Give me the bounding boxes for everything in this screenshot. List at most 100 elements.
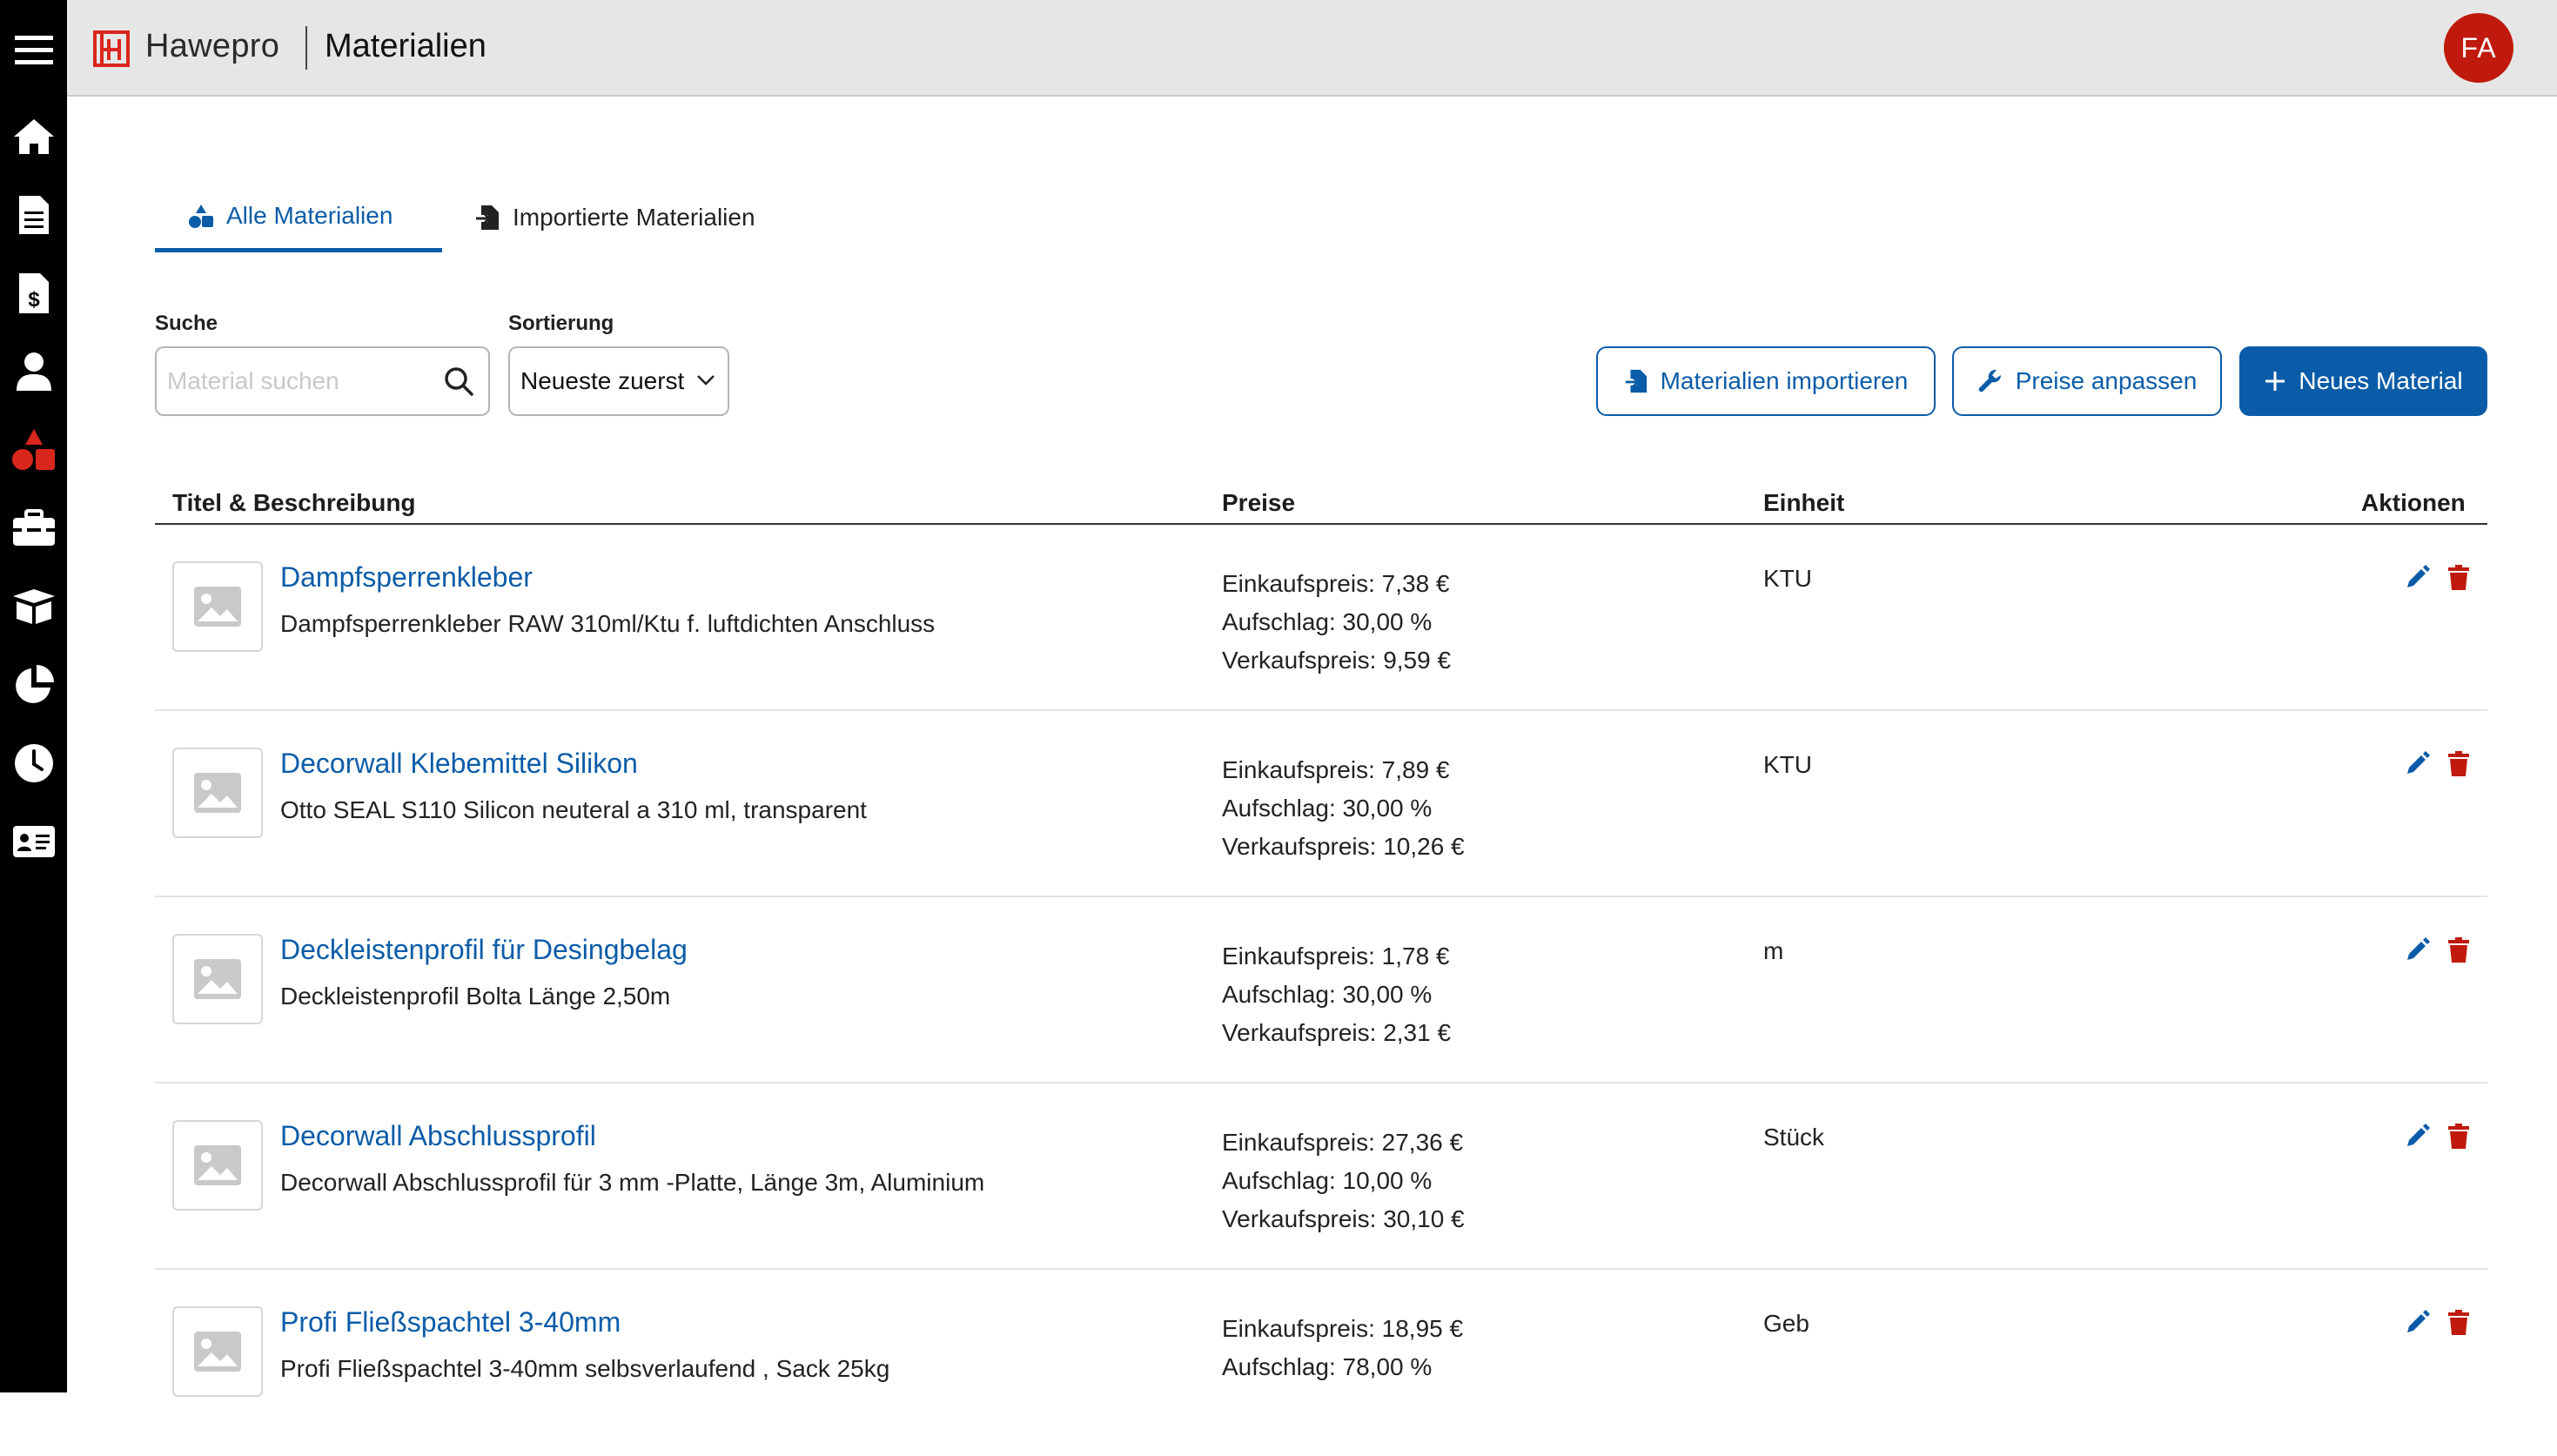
header-divider (305, 26, 307, 70)
sidebar-item-documents[interactable] (0, 185, 67, 245)
menu-button[interactable] (0, 19, 67, 80)
material-unit: Geb (1763, 1310, 1809, 1337)
column-header-unit: Einheit (1763, 489, 1845, 516)
sale-price: Verkaufspreis: 30,10 € (1222, 1205, 1465, 1232)
menu-icon (14, 36, 53, 64)
new-material-button[interactable]: Neues Material (2239, 346, 2487, 416)
purchase-price: Einkaufspreis: 7,89 € (1222, 756, 1450, 783)
invoice-icon: $ (18, 273, 49, 313)
sidebar-item-customers[interactable] (0, 341, 67, 402)
image-placeholder-icon (194, 587, 241, 627)
material-prices: Einkaufspreis: 1,78 € Aufschlag: 30,00 %… (1222, 937, 1451, 1052)
table-row[interactable]: Decorwall Klebemittel Silikon Otto SEAL … (155, 711, 2487, 897)
edit-icon[interactable] (2404, 1310, 2430, 1336)
search-label: Suche (155, 312, 218, 335)
new-material-label: Neues Material (2299, 367, 2463, 394)
sale-price: Verkaufspreis: 2,31 € (1222, 1019, 1452, 1046)
hawepro-logo (93, 30, 130, 67)
image-placeholder-icon (194, 1145, 241, 1185)
column-header-title: Titel & Beschreibung (172, 489, 416, 516)
adjust-prices-button[interactable]: Preise anpassen (1952, 346, 2222, 416)
box-icon (12, 589, 55, 624)
materials-icon (11, 429, 55, 470)
toolbox-icon (12, 509, 55, 546)
sort-label: Sortierung (508, 312, 614, 335)
material-prices: Einkaufspreis: 7,89 € Aufschlag: 30,00 %… (1222, 751, 1465, 866)
edit-icon[interactable] (2404, 565, 2430, 591)
table-row[interactable]: Deckleistenprofil für Desingbelag Deckle… (155, 897, 2487, 1084)
material-description: Deckleistenprofil Bolta Länge 2,50m (280, 983, 671, 1010)
material-unit: Stück (1763, 1124, 1825, 1151)
markup: Aufschlag: 10,00 % (1222, 1167, 1433, 1194)
sidebar-item-contacts[interactable] (0, 811, 67, 872)
material-thumbnail (172, 934, 263, 1024)
purchase-price: Einkaufspreis: 27,36 € (1222, 1129, 1464, 1156)
purchase-price: Einkaufspreis: 18,95 € (1222, 1315, 1464, 1342)
top-bar: Hawepro Materialien FA (67, 0, 2557, 97)
user-icon (16, 352, 51, 391)
delete-icon[interactable] (2447, 937, 2470, 963)
delete-icon[interactable] (2447, 565, 2470, 591)
import-materials-label: Materialien importieren (1660, 367, 1909, 394)
purchase-price: Einkaufspreis: 1,78 € (1222, 943, 1450, 970)
column-header-actions: Aktionen (2361, 489, 2466, 516)
image-placeholder-icon (194, 1332, 241, 1372)
material-thumbnail (172, 748, 263, 838)
markup: Aufschlag: 30,00 % (1222, 981, 1433, 1008)
wrench-icon (1978, 369, 2001, 393)
delete-icon[interactable] (2447, 1310, 2470, 1336)
edit-icon[interactable] (2404, 1124, 2430, 1150)
sidebar-item-reports[interactable] (0, 654, 67, 715)
material-prices: Einkaufspreis: 7,38 € Aufschlag: 30,00 %… (1222, 565, 1451, 680)
material-title[interactable]: Decorwall Abschlussprofil (280, 1120, 596, 1152)
material-unit: KTU (1763, 751, 1812, 778)
delete-icon[interactable] (2447, 751, 2470, 777)
plus-icon (2265, 372, 2285, 391)
tab-all-materials-label: Alle Materialien (226, 201, 393, 229)
markup: Aufschlag: 30,00 % (1222, 608, 1433, 635)
sidebar-item-materials[interactable] (0, 419, 67, 480)
id-card-icon (12, 826, 55, 857)
material-prices: Einkaufspreis: 27,36 € Aufschlag: 10,00 … (1222, 1124, 1465, 1238)
sidebar-item-home[interactable] (0, 106, 67, 167)
sidebar-item-boxes[interactable] (0, 576, 67, 637)
sort-select[interactable]: Neueste zuerst (508, 346, 729, 416)
tab-all-materials[interactable]: Alle Materialien (155, 183, 442, 252)
table-row[interactable]: Profi Fließspachtel 3-40mm Profi Fließsp… (155, 1270, 2487, 1456)
markup: Aufschlag: 30,00 % (1222, 795, 1433, 822)
material-unit: m (1763, 937, 1784, 964)
table-row[interactable]: Dampfsperrenkleber Dampfsperrenkleber RA… (155, 525, 2487, 711)
search-field[interactable] (155, 346, 490, 416)
import-materials-button[interactable]: Materialien importieren (1596, 346, 1936, 416)
home-icon (13, 119, 54, 154)
document-icon (18, 196, 49, 234)
delete-icon[interactable] (2447, 1124, 2470, 1150)
edit-icon[interactable] (2404, 937, 2430, 963)
column-header-prices: Preise (1222, 489, 1296, 516)
svg-text:$: $ (28, 288, 40, 312)
shapes-icon (189, 204, 213, 228)
file-import-icon (1625, 369, 1647, 393)
clock-icon (14, 744, 53, 782)
table-row[interactable]: Decorwall Abschlussprofil Decorwall Absc… (155, 1084, 2487, 1270)
page-title: Materialien (325, 28, 487, 64)
pie-chart-icon (15, 665, 54, 703)
search-input[interactable] (167, 364, 428, 399)
adjust-prices-label: Preise anpassen (2015, 367, 2198, 394)
search-icon[interactable] (443, 366, 474, 397)
sidebar: $ (0, 0, 67, 1392)
material-description: Profi Fließspachtel 3-40mm selbsverlaufe… (280, 1355, 890, 1382)
edit-icon[interactable] (2404, 751, 2430, 777)
sidebar-item-time[interactable] (0, 733, 67, 794)
material-description: Decorwall Abschlussprofil für 3 mm -Plat… (280, 1169, 985, 1196)
sidebar-item-invoices[interactable]: $ (0, 263, 67, 324)
tab-imported-materials[interactable]: Importierte Materialien (474, 183, 755, 252)
material-title[interactable]: Dampfsperrenkleber (280, 561, 533, 594)
material-title[interactable]: Deckleistenprofil für Desingbelag (280, 934, 688, 966)
material-title[interactable]: Decorwall Klebemittel Silikon (280, 748, 638, 780)
tab-imported-materials-label: Importierte Materialien (513, 204, 755, 231)
sidebar-item-toolbox[interactable] (0, 498, 67, 559)
brand-name: Hawepro (145, 28, 280, 64)
user-avatar[interactable]: FA (2444, 13, 2513, 83)
material-title[interactable]: Profi Fließspachtel 3-40mm (280, 1306, 621, 1339)
